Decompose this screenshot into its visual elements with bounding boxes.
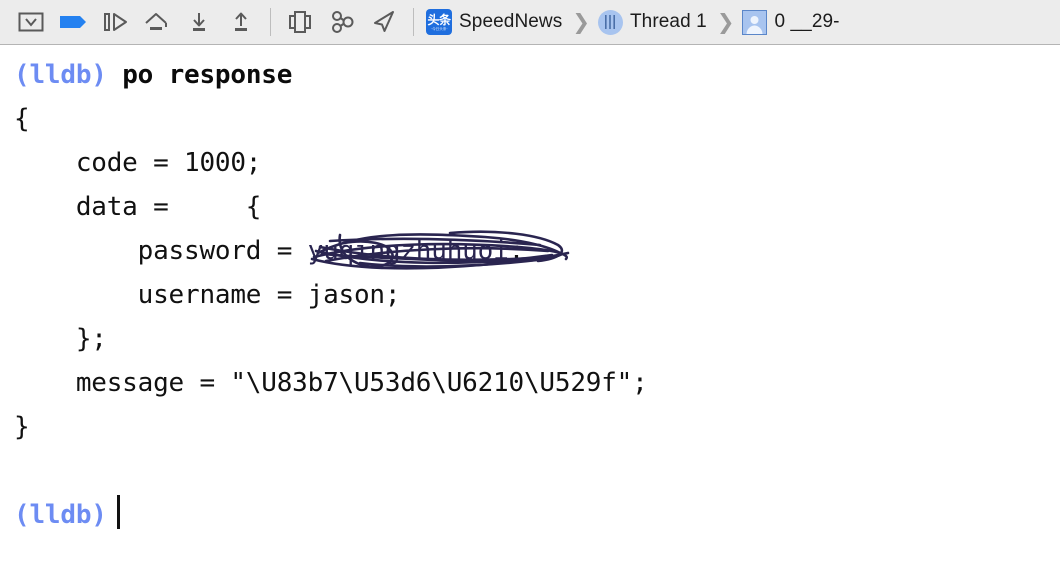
step-out-button[interactable] bbox=[220, 7, 262, 37]
continue-icon bbox=[104, 13, 127, 31]
console-output-line: { bbox=[14, 104, 30, 134]
step-out-icon bbox=[235, 12, 247, 31]
console-output-line-password: password = yuqingzhuhuoi ; bbox=[14, 229, 1060, 273]
console-password-key: password = bbox=[14, 236, 308, 266]
breadcrumb: 头条 ·今日头条· SpeedNews ❯ Thread 1 ❯ 0 __29- bbox=[422, 9, 1060, 35]
console-output-line: username = jason; bbox=[14, 280, 401, 310]
password-value: yuqingzhuhuoi bbox=[307, 236, 509, 266]
breadcrumb-divider bbox=[413, 8, 414, 36]
console-output-line: message = "\U83b7\U53d6\U6210\U529f"; bbox=[14, 368, 648, 398]
step-over-button[interactable] bbox=[136, 7, 178, 37]
debug-memory-graph-button[interactable] bbox=[321, 7, 363, 37]
breadcrumb-item-process[interactable]: 头条 ·今日头条· SpeedNews bbox=[426, 9, 562, 35]
app-icon: 头条 ·今日头条· bbox=[426, 9, 452, 35]
console-input-line[interactable]: (lldb) bbox=[14, 493, 1060, 537]
console-command: po response bbox=[122, 60, 293, 90]
breadcrumb-item-thread[interactable]: Thread 1 bbox=[597, 9, 707, 35]
frame-person-icon bbox=[742, 9, 768, 35]
console-output-line: } bbox=[14, 412, 30, 442]
hide-debug-area-button[interactable] bbox=[10, 7, 52, 37]
console-output-line: code = 1000; bbox=[14, 148, 262, 178]
breadcrumb-separator-icon: ❯ bbox=[572, 10, 590, 34]
breadcrumb-thread-label: Thread 1 bbox=[629, 11, 707, 32]
step-into-icon bbox=[193, 13, 205, 31]
thread-bars-icon bbox=[605, 15, 616, 29]
debug-toolbar: 头条 ·今日头条· SpeedNews ❯ Thread 1 ❯ 0 __29- bbox=[0, 0, 1060, 45]
lldb-console-output[interactable]: (lldb) po response { code = 1000; data =… bbox=[0, 45, 1060, 572]
breadcrumb-item-frame[interactable]: 0 __29- bbox=[742, 9, 840, 35]
hide-debug-area-icon bbox=[18, 12, 44, 32]
view-hierarchy-icon bbox=[289, 11, 311, 33]
simulate-location-button[interactable] bbox=[363, 7, 405, 37]
text-cursor bbox=[116, 495, 120, 529]
console-space bbox=[107, 60, 122, 90]
person-glyph-icon bbox=[746, 15, 763, 34]
debug-view-hierarchy-button[interactable] bbox=[279, 7, 321, 37]
lldb-prompt: (lldb) bbox=[14, 60, 107, 90]
console-output-line: data = { bbox=[14, 192, 262, 222]
memory-graph-icon bbox=[332, 11, 354, 33]
breadcrumb-frame-label: 0 __29- bbox=[774, 11, 840, 32]
redacted-password: yuqingzhuhuoi bbox=[307, 229, 569, 273]
console-command-line: (lldb) po response bbox=[14, 53, 1060, 97]
app-icon-subtext: ·今日头条· bbox=[430, 25, 448, 31]
breakpoint-flag-icon bbox=[60, 16, 86, 28]
step-into-button[interactable] bbox=[178, 7, 220, 37]
app-icon-text: 头条 bbox=[427, 12, 451, 27]
thread-icon bbox=[597, 9, 623, 35]
breadcrumb-separator-icon-2: ❯ bbox=[716, 10, 735, 34]
toolbar-divider bbox=[270, 8, 271, 36]
password-terminator: ; bbox=[508, 236, 525, 266]
location-arrow-icon bbox=[374, 11, 394, 32]
step-over-icon bbox=[145, 13, 167, 30]
lldb-prompt-final: (lldb) bbox=[14, 500, 107, 530]
console-output-line: }; bbox=[14, 324, 107, 354]
continue-button[interactable] bbox=[94, 7, 136, 37]
breakpoints-toggle-button[interactable] bbox=[52, 7, 94, 37]
breadcrumb-process-label: SpeedNews bbox=[459, 11, 563, 32]
